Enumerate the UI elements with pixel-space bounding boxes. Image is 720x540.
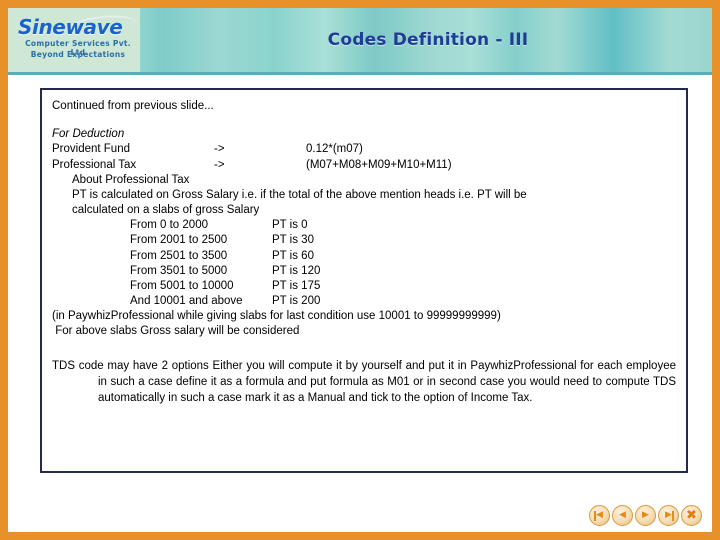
slab-range: From 5001 to 10000	[130, 279, 234, 292]
triangle-left-icon: ◀	[619, 510, 626, 520]
company-logo: Sinewave Computer Services Pvt. Ltd Beyo…	[8, 8, 140, 72]
formula-name: Provident Fund	[52, 143, 130, 156]
presentation-slide: Sinewave Computer Services Pvt. Ltd Beyo…	[0, 0, 720, 540]
slab-row: From 0 to 2000 PT is 0	[52, 218, 678, 233]
logo-wordmark: Sinewave	[18, 15, 123, 39]
slab-value: PT is 175	[272, 279, 321, 292]
slab-value: PT is 120	[272, 264, 321, 277]
about-line: calculated on a slabs of gross Salary	[72, 204, 260, 217]
formula-value: 0.12*(m07)	[306, 143, 363, 156]
slab-value: PT is 60	[272, 249, 314, 262]
logo-subtitle-tagline: Beyond Expectations	[30, 50, 126, 59]
section-heading: For Deduction	[52, 128, 125, 141]
slab-range: From 2501 to 3500	[130, 249, 228, 262]
last-bar-icon	[672, 511, 674, 521]
slab-value: PT is 0	[272, 219, 308, 232]
previous-slide-button[interactable]: ◀	[612, 505, 633, 526]
slab-row: From 3501 to 5000 PT is 120	[52, 264, 678, 279]
triangle-right-icon: ▶	[665, 510, 672, 520]
formula-name: Professional Tax	[52, 158, 137, 171]
slab-row: From 2001 to 2500 PT is 30	[52, 233, 678, 248]
slab-range: And 10001 and above	[130, 295, 243, 308]
slide-navigation: ◀ ◀ ▶ ▶ ✖	[589, 505, 702, 526]
slab-row: And 10001 and above PT is 200	[52, 294, 678, 309]
last-slide-button[interactable]: ▶	[658, 505, 679, 526]
note-line: (in PaywhizProfessional while giving sla…	[52, 310, 501, 323]
intro-text: Continued from previous slide...	[52, 100, 214, 112]
slide-content-box: Continued from previous slide... For Ded…	[40, 88, 688, 473]
slide-header: Sinewave Computer Services Pvt. Ltd Beyo…	[8, 8, 712, 75]
slab-range: From 3501 to 5000	[130, 264, 228, 277]
slab-value: PT is 200	[272, 295, 321, 308]
formula-arrow: ->	[214, 143, 225, 156]
page-title: Codes Definition - III	[327, 30, 529, 50]
first-slide-button[interactable]: ◀	[589, 505, 610, 526]
formula-value: (M07+M08+M09+M10+M11)	[306, 158, 452, 171]
slab-row: From 5001 to 10000 PT is 175	[52, 279, 678, 294]
first-bar-icon	[594, 511, 596, 521]
slab-row: From 2501 to 3500 PT is 60	[52, 249, 678, 264]
formula-row: Provident Fund -> 0.12*(m07)	[52, 142, 678, 157]
about-heading: About Professional Tax	[72, 173, 190, 186]
triangle-left-icon: ◀	[596, 510, 603, 520]
close-button[interactable]: ✖	[681, 505, 702, 526]
formula-row: Professional Tax -> (M07+M08+M09+M10+M11…	[52, 158, 678, 173]
about-line: PT is calculated on Gross Salary i.e. if…	[72, 188, 527, 201]
next-slide-button[interactable]: ▶	[635, 505, 656, 526]
slab-range: From 0 to 2000	[130, 219, 208, 232]
close-icon: ✖	[686, 508, 697, 523]
formula-arrow: ->	[214, 158, 225, 171]
tds-paragraph: TDS code may have 2 options Either you w…	[52, 359, 676, 405]
triangle-right-icon: ▶	[642, 510, 649, 520]
slab-value: PT is 30	[272, 234, 314, 247]
slab-range: From 2001 to 2500	[130, 234, 228, 247]
note-line: For above slabs Gross salary will be con…	[52, 325, 300, 338]
